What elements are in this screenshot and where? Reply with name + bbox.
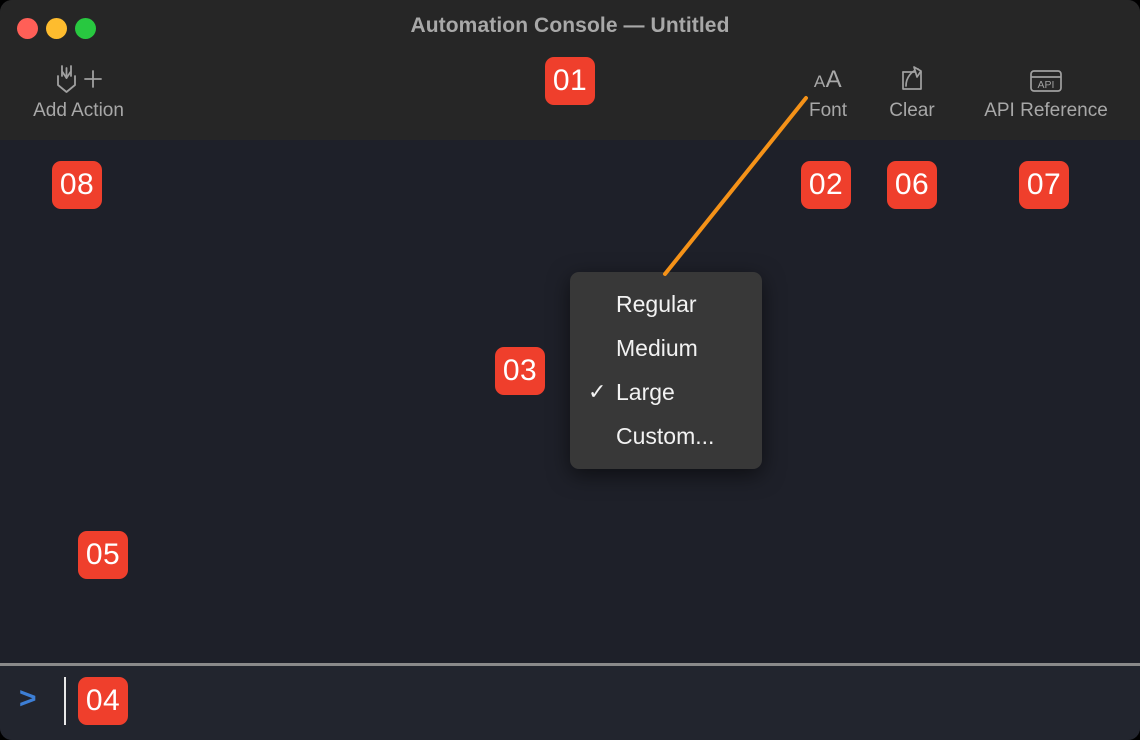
add-action-icon	[51, 60, 107, 100]
menu-item-custom[interactable]: ✓ Custom...	[570, 414, 762, 458]
title-bar: Automation Console — Untitled	[0, 0, 1140, 55]
api-icon-text: API	[1038, 79, 1055, 91]
menu-label-medium: Medium	[616, 334, 698, 361]
font-size-icon: AA	[814, 60, 842, 100]
checkmark-icon: ✓	[588, 379, 607, 404]
menu-check-custom: ✓	[588, 423, 616, 449]
text-caret	[64, 677, 66, 725]
toolbar-label-font: Font	[808, 100, 848, 121]
annotation-badge-06: 06	[887, 161, 937, 209]
toolbar-label-clear: Clear	[889, 100, 935, 121]
menu-label-regular: Regular	[616, 290, 697, 317]
toolbar-label-api-reference: API Reference	[984, 100, 1108, 121]
menu-check-medium: ✓	[588, 335, 616, 361]
annotation-badge-08: 08	[52, 161, 102, 209]
menu-check-regular: ✓	[588, 291, 616, 317]
annotation-badge-07: 07	[1019, 161, 1069, 209]
font-icon-small-a: A	[813, 72, 826, 91]
annotation-badge-04: 04	[78, 677, 128, 725]
menu-item-regular[interactable]: ✓ Regular	[570, 282, 762, 326]
menu-item-medium[interactable]: ✓ Medium	[570, 326, 762, 370]
annotation-badge-03: 03	[495, 347, 545, 395]
app-window: Automation Console — Untitled Add Action…	[0, 0, 1140, 740]
window-title: Automation Console — Untitled	[410, 14, 730, 37]
font-icon-large-a: A	[825, 66, 843, 93]
toolbar-item-font[interactable]: AA Font	[793, 60, 863, 122]
annotation-badge-01: 01	[545, 57, 595, 105]
toolbar-item-clear[interactable]: Clear	[874, 60, 950, 122]
prompt-chevron-icon: >	[19, 682, 37, 715]
api-reference-icon: API	[1024, 60, 1068, 100]
font-dropdown-menu[interactable]: ✓ Regular ✓ Medium ✓ Large ✓ Custom...	[570, 272, 762, 469]
toolbar-item-api-reference[interactable]: API API Reference	[966, 60, 1126, 122]
console-input-bar[interactable]: >	[0, 666, 1140, 740]
annotation-badge-05: 05	[78, 531, 128, 579]
menu-item-large[interactable]: ✓ Large	[570, 370, 762, 414]
toolbar-item-add-action[interactable]: Add Action	[21, 60, 136, 122]
menu-label-large: Large	[616, 378, 675, 405]
annotation-badge-02: 02	[801, 161, 851, 209]
clear-icon	[895, 60, 929, 100]
menu-label-custom: Custom...	[616, 422, 715, 449]
toolbar-label-add-action: Add Action	[33, 100, 124, 121]
